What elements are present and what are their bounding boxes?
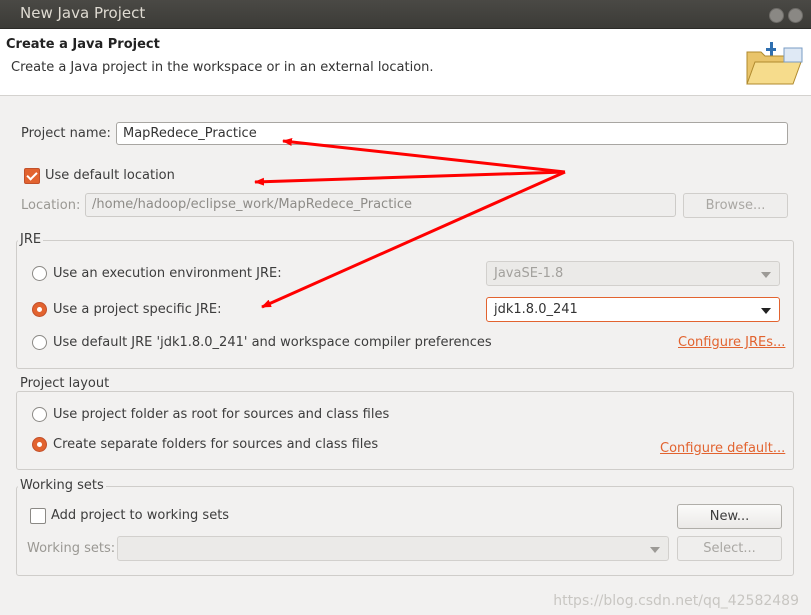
watermark: https://blog.csdn.net/qq_42582489	[553, 593, 799, 609]
exec-env-radio[interactable]	[32, 266, 47, 281]
arrow-to-default-location	[254, 170, 566, 186]
minimize-icon[interactable]	[769, 8, 784, 23]
working-sets-group-title: Working sets	[18, 478, 106, 493]
exec-env-label: Use an execution environment JRE:	[53, 266, 282, 281]
project-specific-select[interactable]: jdk1.8.0_241	[486, 297, 780, 322]
wizard-header: Create a Java Project Create a Java proj…	[0, 29, 811, 96]
close-icon[interactable]	[788, 8, 803, 23]
configure-default-link[interactable]: Configure default...	[660, 441, 785, 456]
select-working-sets-button[interactable]: Select...	[677, 536, 782, 561]
new-working-set-button[interactable]: New...	[677, 504, 782, 529]
jre-group-title: JRE	[18, 232, 44, 247]
project-root-radio[interactable]	[32, 407, 47, 422]
working-sets-label: Working sets:	[27, 541, 116, 556]
wizard-title: Create a Java Project	[6, 37, 160, 52]
chevron-down-icon	[650, 547, 660, 553]
project-name-input[interactable]: MapRedece_Practice	[116, 122, 788, 145]
window-titlebar: New Java Project	[0, 0, 811, 29]
separate-folders-radio[interactable]	[32, 437, 47, 452]
separate-folders-label: Create separate folders for sources and …	[53, 437, 379, 452]
exec-env-value: JavaSE-1.8	[494, 266, 564, 281]
project-specific-radio[interactable]	[32, 302, 47, 317]
window-title: New Java Project	[20, 4, 146, 22]
location-input[interactable]: /home/hadoop/eclipse_work/MapRedece_Prac…	[85, 193, 676, 217]
browse-button[interactable]: Browse...	[683, 193, 788, 218]
exec-env-select[interactable]: JavaSE-1.8	[486, 261, 780, 286]
project-layout-group-title: Project layout	[18, 376, 112, 391]
chevron-down-icon	[761, 308, 771, 314]
add-to-working-sets-checkbox[interactable]	[30, 508, 46, 524]
arrow-to-project-name	[282, 138, 566, 174]
project-layout-group	[16, 391, 794, 470]
add-to-working-sets-label: Add project to working sets	[51, 508, 230, 523]
use-default-location-label: Use default location	[45, 168, 175, 183]
wizard-description: Create a Java project in the workspace o…	[11, 60, 434, 75]
default-jre-radio[interactable]	[32, 335, 47, 350]
project-specific-label: Use a project specific JRE:	[53, 302, 222, 317]
working-sets-select[interactable]	[117, 536, 669, 561]
default-jre-label: Use default JRE 'jdk1.8.0_241' and works…	[53, 335, 492, 350]
project-specific-value: jdk1.8.0_241	[494, 302, 578, 317]
location-label: Location:	[21, 198, 81, 213]
configure-jres-link[interactable]: Configure JREs...	[678, 335, 785, 350]
working-sets-group	[16, 486, 794, 576]
use-default-location-checkbox[interactable]	[24, 168, 40, 184]
project-root-label: Use project folder as root for sources a…	[53, 407, 390, 422]
chevron-down-icon	[761, 272, 771, 278]
folder-icon	[746, 42, 803, 85]
project-name-label: Project name:	[21, 126, 111, 141]
